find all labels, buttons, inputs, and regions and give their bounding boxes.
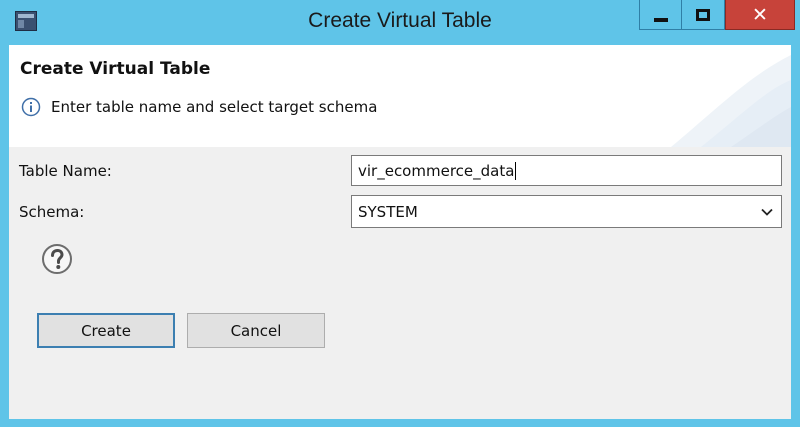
schema-label: Schema: xyxy=(19,203,85,221)
maximize-button[interactable] xyxy=(682,0,725,30)
dialog-header: Create Virtual Table Enter table name an… xyxy=(9,45,791,147)
minimize-icon xyxy=(653,17,668,22)
table-name-value: vir_ecommerce_data xyxy=(358,161,515,180)
table-name-input[interactable]: vir_ecommerce_data xyxy=(351,155,782,186)
help-icon[interactable] xyxy=(41,243,73,275)
info-icon xyxy=(21,97,41,117)
text-caret xyxy=(515,161,517,180)
schema-selected-value: SYSTEM xyxy=(358,202,418,221)
dialog-window: Create Virtual Table ✕ Create Virtual Ta… xyxy=(0,0,800,427)
create-button[interactable]: Create xyxy=(37,313,175,348)
table-name-label: Table Name: xyxy=(19,162,112,180)
maximize-icon xyxy=(696,8,710,21)
close-button[interactable]: ✕ xyxy=(725,0,795,30)
close-icon: ✕ xyxy=(752,3,768,26)
cancel-button[interactable]: Cancel xyxy=(187,313,325,348)
header-decoration xyxy=(671,55,791,147)
minimize-button[interactable] xyxy=(639,0,682,30)
chevron-down-icon xyxy=(761,208,773,216)
header-message: Enter table name and select target schem… xyxy=(51,98,378,116)
header-title: Create Virtual Table xyxy=(20,59,211,79)
title-bar[interactable]: Create Virtual Table ✕ xyxy=(0,0,800,45)
dialog-body: Create Virtual Table Enter table name an… xyxy=(9,45,791,419)
schema-select[interactable]: SYSTEM xyxy=(351,195,782,228)
